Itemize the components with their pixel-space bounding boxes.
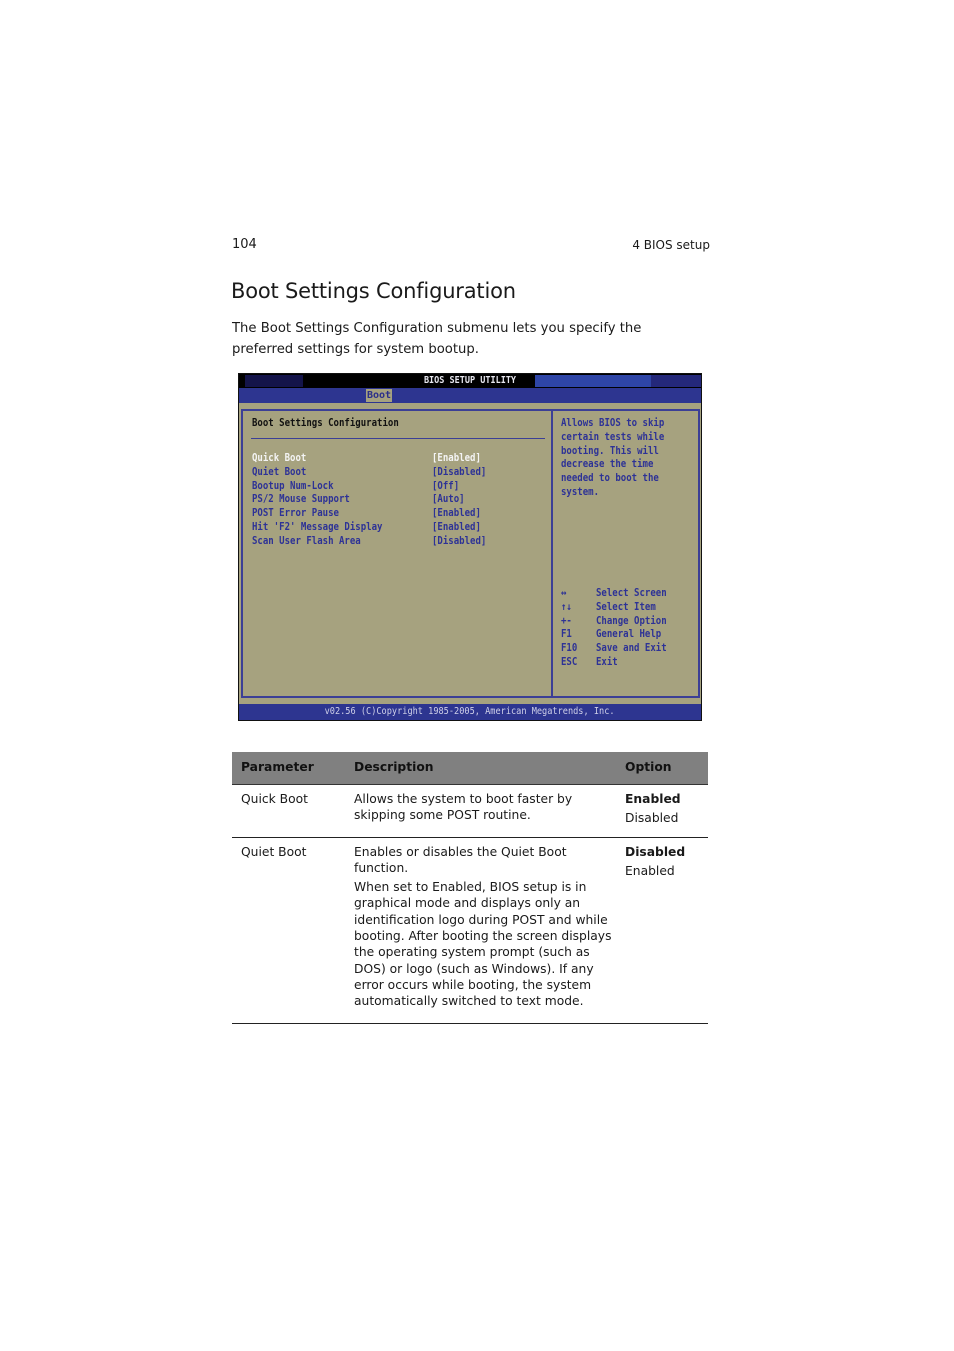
parameter-cell: Quiet Boot — [232, 837, 345, 1024]
intro-paragraph: The Boot Settings Configuration submenu … — [232, 321, 642, 357]
description-cell: Enables or disables the Quiet Boot funct… — [345, 837, 616, 1024]
page-number: 104 — [232, 237, 257, 252]
default-option: Enabled — [625, 792, 681, 806]
key-action: Save and Exit — [596, 642, 667, 655]
description-cell: Allows the system to boot faster by skip… — [345, 784, 616, 838]
key-action: Select Item — [596, 600, 656, 613]
table-row: Quick Boot Allows the system to boot fast… — [232, 784, 708, 838]
key-symbol: F1 — [561, 628, 572, 641]
option-cell: Enabled Disabled — [616, 784, 708, 838]
option-cell: Disabled Enabled — [616, 837, 708, 1024]
bios-menubar: Boot — [239, 388, 701, 403]
key-action: General Help — [596, 628, 662, 641]
key-action: Select Screen — [596, 587, 667, 599]
description-paragraph: Allows the system to boot faster by skip… — [354, 792, 573, 823]
setting-label: Hit 'F2' Message Display — [252, 521, 383, 533]
setting-value[interactable]: [Enabled] — [432, 507, 481, 519]
setting-value[interactable]: [Auto] — [432, 493, 465, 505]
bios-setting-row[interactable]: Quick Boot [Enabled] — [252, 452, 547, 465]
settings-panel: Boot Settings Configuration Quick Boot [E… — [241, 409, 553, 698]
bios-footer: v02.56 (C)Copyright 1985-2005, American … — [239, 704, 701, 720]
default-option: Disabled — [625, 844, 686, 859]
table-header-row: Parameter Description Option — [232, 752, 708, 785]
bios-setting-row[interactable]: Quiet Boot [Disabled] — [252, 466, 547, 479]
help-text: Allows BIOS to skip certain tests while … — [561, 417, 665, 498]
parameter-table: Parameter Description Option Quick Boot A… — [232, 752, 708, 1024]
divider — [251, 438, 545, 439]
description-paragraph: When set to Enabled, BIOS setup is in gr… — [354, 880, 612, 1009]
setting-value[interactable]: [Disabled] — [432, 466, 486, 478]
header-option: Option — [616, 752, 708, 785]
setting-label: Quick Boot — [252, 452, 307, 464]
panel-heading: Boot Settings Configuration — [252, 417, 399, 429]
description-paragraph: Enables or disables the Quiet Boot funct… — [354, 844, 567, 875]
bios-setting-row[interactable]: Scan User Flash Area [Disabled] — [252, 535, 547, 548]
help-panel: Allows BIOS to skip certain tests while … — [553, 409, 700, 698]
bios-screenshot: BIOS SETUP UTILITY Boot Boot Settings Co… — [238, 373, 702, 721]
bios-setting-row[interactable]: Bootup Num-Lock [Off] — [252, 480, 547, 493]
key-symbol: F10 — [561, 642, 578, 655]
bios-setting-row[interactable]: Hit 'F2' Message Display [Enabled] — [252, 521, 547, 534]
setting-value[interactable]: [Enabled] — [432, 521, 481, 533]
setting-label: Bootup Num-Lock — [252, 479, 334, 492]
setting-value[interactable]: [Off] — [432, 480, 459, 492]
key-symbol: ↔ — [561, 587, 567, 599]
bios-setting-row[interactable]: PS/2 Mouse Support [Auto] — [252, 493, 547, 506]
setting-label: PS/2 Mouse Support — [252, 493, 350, 506]
key-symbol: ESC — [561, 656, 578, 668]
copyright-text: v02.56 (C)Copyright 1985-2005, American … — [325, 706, 615, 717]
tab-boot[interactable]: Boot — [366, 389, 393, 402]
setting-value[interactable]: [Enabled] — [432, 452, 481, 464]
bios-title: BIOS SETUP UTILITY — [423, 375, 517, 386]
setting-value[interactable]: [Disabled] — [432, 535, 486, 547]
setting-label: Quiet Boot — [252, 465, 307, 478]
setting-label: POST Error Pause — [252, 507, 339, 520]
header-description: Description — [345, 752, 616, 785]
header-parameter: Parameter — [232, 752, 345, 785]
key-symbol: +- — [561, 614, 572, 627]
bios-titlebar: BIOS SETUP UTILITY — [239, 374, 701, 388]
table-row: Quiet Boot Enables or disables the Quiet … — [232, 837, 708, 1024]
section-title: Boot Settings Configuration — [231, 279, 516, 303]
parameter-cell: Quick Boot — [232, 784, 345, 838]
chapter-header: 4 BIOS setup — [632, 238, 710, 252]
key-symbol: ↑↓ — [561, 600, 572, 613]
key-action: Exit — [596, 656, 618, 668]
alternate-option: Enabled — [625, 863, 675, 878]
bios-setting-row[interactable]: POST Error Pause [Enabled] — [252, 507, 547, 520]
setting-label: Scan User Flash Area — [252, 534, 361, 547]
alternate-option: Disabled — [625, 811, 679, 826]
key-action: Change Option — [596, 614, 667, 627]
